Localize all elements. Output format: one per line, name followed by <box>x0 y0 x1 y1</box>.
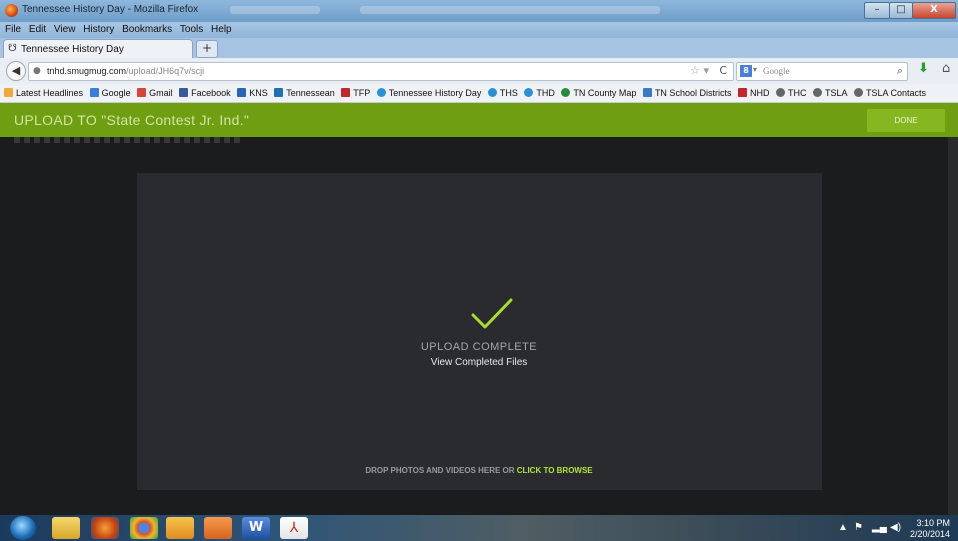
facebook-icon <box>179 88 189 97</box>
menu-bookmarks[interactable]: Bookmarks <box>122 22 172 38</box>
window-title: Tennessee History Day - Mozilla Firefox <box>22 4 199 15</box>
gmail-icon <box>137 88 147 97</box>
acrobat-icon[interactable]: ⅄ <box>280 517 308 539</box>
bookmark-tennessean[interactable]: Tennessean <box>274 84 335 102</box>
district-icon <box>642 88 652 97</box>
upload-destination-title: UPLOAD TO "State Contest Jr. Ind." <box>14 112 250 128</box>
system-tray: ▲ ⚑ ▂▄ ◀) 3:10 PM 2/20/2014 <box>830 515 950 541</box>
word-icon[interactable]: W <box>242 517 270 539</box>
upload-header: UPLOAD TO "State Contest Jr. Ind." <box>0 103 958 137</box>
volume-icon[interactable]: ◀) <box>890 522 901 533</box>
tab-tennessee-history-day[interactable]: ☋ Tennessee History Day <box>3 39 193 59</box>
minimize-button[interactable]: – <box>864 2 890 19</box>
download-arrow-icon[interactable]: ⬇ <box>918 61 929 76</box>
close-button[interactable]: X <box>912 2 956 19</box>
menu-file[interactable]: File <box>5 22 21 38</box>
windows-start-button[interactable] <box>10 516 36 540</box>
globe-icon <box>561 88 571 97</box>
bookmark-star-icon[interactable]: ☆ ▾ <box>690 64 709 77</box>
google-search-icon: 8 <box>740 65 752 77</box>
firefox-taskbar-icon[interactable] <box>91 517 119 539</box>
search-icon[interactable]: ⌕ <box>897 64 903 78</box>
menu-bar: File Edit View History Bookmarks Tools H… <box>0 22 958 38</box>
bookmark-kns[interactable]: KNS <box>237 84 268 102</box>
obscured-text-strip <box>14 137 244 143</box>
bookmark-gmail[interactable]: Gmail <box>137 84 173 102</box>
clock-time: 3:10 PM <box>916 518 950 528</box>
drop-hint-text: DROP PHOTOS AND VIDEOS HERE OR <box>365 466 517 475</box>
gear-icon <box>813 88 822 97</box>
menu-view[interactable]: View <box>54 22 76 38</box>
rss-icon <box>4 88 13 97</box>
gear-icon <box>854 88 864 97</box>
bookmark-google[interactable]: Google <box>89 84 131 102</box>
search-box[interactable]: 8 ▾ Google ⌕ <box>736 62 908 81</box>
upload-status: UPLOAD COMPLETE <box>420 341 538 353</box>
view-completed-files-link[interactable]: View Completed Files <box>0 357 958 368</box>
new-tab-button[interactable]: + <box>196 40 218 58</box>
globe-icon: ● <box>33 66 41 76</box>
tab-bar: ☋ Tennessee History Day + <box>0 38 958 59</box>
back-button[interactable]: ◀ <box>6 61 26 81</box>
google-icon <box>89 88 99 97</box>
flag-icon[interactable]: ⚑ <box>854 522 863 533</box>
bookmark-tsla[interactable]: TSLA <box>813 84 848 102</box>
clock-date: 2/20/2014 <box>909 529 950 539</box>
gear-icon <box>775 88 785 97</box>
bookmark-thd[interactable]: THD <box>524 84 555 102</box>
clock[interactable]: 3:10 PM 2/20/2014 <box>910 518 950 540</box>
show-hidden-icons-icon[interactable]: ▲ <box>838 522 848 533</box>
tab-label: Tennessee History Day <box>21 44 124 55</box>
bookmark-tn-school-districts[interactable]: TN School Districts <box>642 84 731 102</box>
bookmark-thc[interactable]: THC <box>775 84 806 102</box>
home-icon[interactable]: ⌂ <box>942 61 950 76</box>
click-to-browse-link[interactable]: CLICK TO BROWSE <box>517 466 593 475</box>
url-path: /upload/JH6q7v/scji <box>126 66 205 76</box>
tennessean-icon <box>274 88 284 97</box>
globe-icon <box>487 88 497 97</box>
navigation-bar: ◀ ● tnhd.smugmug.com/upload/JH6q7v/scji … <box>0 58 958 85</box>
url-domain: tnhd.smugmug.com <box>47 66 127 76</box>
bookmarks-bar: Latest Headlines Google Gmail Facebook K… <box>0 84 958 103</box>
menu-edit[interactable]: Edit <box>29 22 46 38</box>
maximize-button[interactable]: □ <box>889 2 913 19</box>
menu-help[interactable]: Help <box>211 22 232 38</box>
network-icon[interactable]: ▂▄ <box>872 522 887 533</box>
scrollbar[interactable] <box>948 137 958 515</box>
bookmark-tn-county-map[interactable]: TN County Map <box>561 84 636 102</box>
bookmark-tfp[interactable]: TFP <box>341 84 370 102</box>
nhd-icon <box>737 88 747 97</box>
tfp-icon <box>341 88 351 97</box>
chevron-down-icon[interactable]: ▾ <box>753 65 757 74</box>
window-title-bar: Tennessee History Day - Mozilla Firefox … <box>0 0 958 22</box>
bookmark-tsla-contacts[interactable]: TSLA Contacts <box>854 84 926 102</box>
firefox-icon <box>5 4 18 17</box>
globe-icon <box>376 88 386 97</box>
drop-zone[interactable] <box>137 173 822 490</box>
smugmug-icon: ☋ <box>8 43 17 54</box>
menu-history[interactable]: History <box>83 22 114 38</box>
url-bar[interactable]: ● tnhd.smugmug.com/upload/JH6q7v/scji ☆ … <box>28 62 734 81</box>
kns-icon <box>237 88 247 97</box>
search-placeholder: Google <box>763 66 790 76</box>
done-button[interactable]: DONE <box>867 109 945 132</box>
checkmark-icon <box>471 298 513 329</box>
bookmark-ths[interactable]: THS <box>487 84 518 102</box>
url-text: tnhd.smugmug.com/upload/JH6q7v/scji <box>47 66 204 76</box>
globe-icon <box>524 88 534 97</box>
outlook-icon[interactable] <box>166 517 194 539</box>
bookmark-tennessee-history-day[interactable]: Tennessee History Day <box>376 84 481 102</box>
drop-hint: DROP PHOTOS AND VIDEOS HERE OR CLICK TO … <box>0 466 958 475</box>
background-blur <box>230 6 320 14</box>
bookmark-latest-headlines[interactable]: Latest Headlines <box>4 84 83 102</box>
taskbar: W ⅄ <box>0 515 958 541</box>
menu-tools[interactable]: Tools <box>180 22 203 38</box>
windows-explorer-icon[interactable] <box>52 517 80 539</box>
reload-icon[interactable]: C <box>719 64 727 77</box>
background-blur <box>360 6 660 14</box>
media-player-icon[interactable] <box>204 517 232 539</box>
bookmark-nhd[interactable]: NHD <box>737 84 769 102</box>
chrome-icon[interactable] <box>130 517 158 539</box>
bookmark-facebook[interactable]: Facebook <box>179 84 231 102</box>
